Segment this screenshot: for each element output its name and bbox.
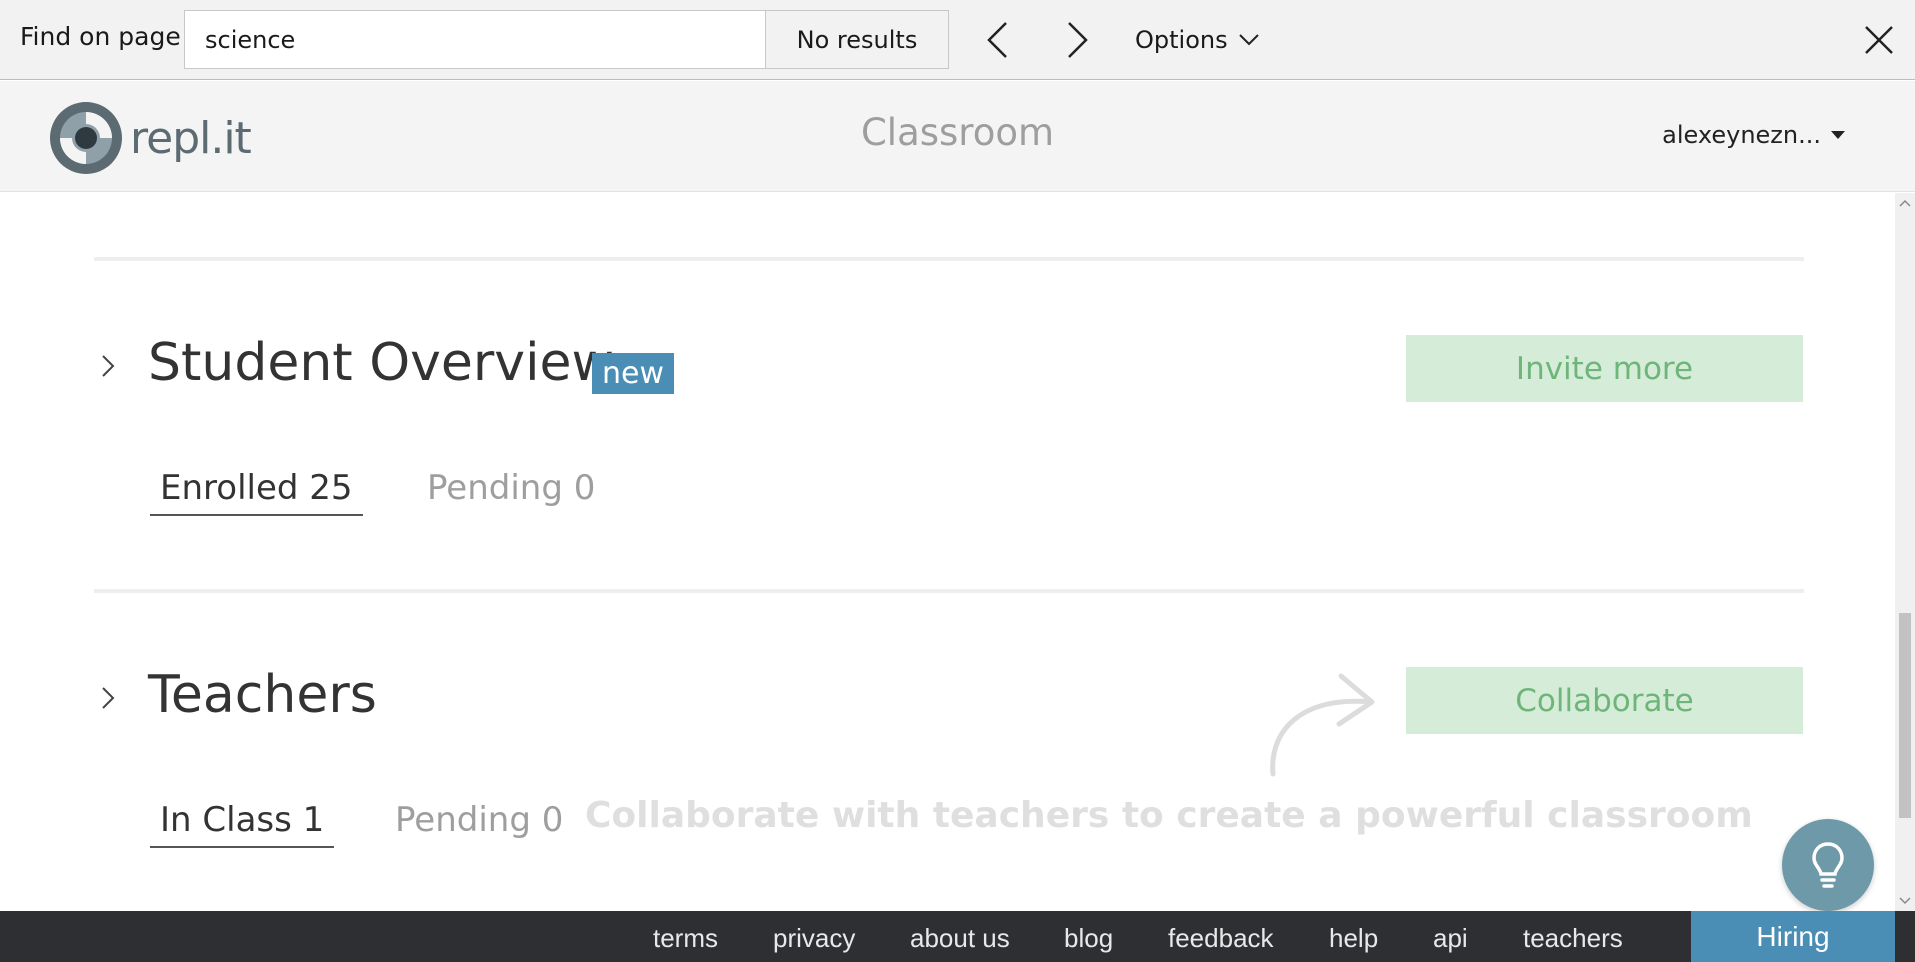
footer-link-api[interactable]: api [1433, 923, 1468, 954]
invite-more-button[interactable]: Invite more [1406, 335, 1803, 402]
expand-teachers-toggle[interactable] [93, 683, 123, 713]
chevron-down-icon [1238, 34, 1259, 46]
divider [94, 257, 1804, 261]
site-header: repl​.it Classroom alexeynezn... [0, 81, 1915, 192]
footer-link-terms[interactable]: terms [653, 923, 718, 954]
hiring-button[interactable]: Hiring [1691, 911, 1895, 962]
tab-in-class[interactable]: In Class 1 [150, 800, 335, 848]
chevron-right-icon [102, 687, 115, 709]
help-button[interactable] [1782, 819, 1874, 911]
scroll-up-icon[interactable] [1899, 199, 1911, 207]
footer-link-blog[interactable]: blog [1064, 923, 1113, 954]
tab-enrolled[interactable]: Enrolled 25 [150, 468, 363, 516]
find-previous-button[interactable] [973, 16, 1021, 64]
find-label: Find on page [20, 22, 181, 51]
page-title: Classroom [860, 111, 1055, 154]
scroll-down-icon[interactable] [1899, 897, 1911, 905]
footer-link-help[interactable]: help [1329, 923, 1378, 954]
footer-link-about[interactable]: about us [910, 923, 1010, 954]
find-results-count: No results [765, 10, 949, 69]
find-bar: Find on page No results Options [0, 0, 1915, 80]
new-badge: new [592, 353, 675, 394]
footer-link-teachers[interactable]: teachers [1523, 923, 1623, 954]
username: alexeynezn... [1662, 121, 1821, 149]
footer-link-privacy[interactable]: privacy [773, 923, 855, 954]
tab-pending-teachers[interactable]: Pending 0 [385, 800, 573, 846]
find-options-label: Options [1135, 26, 1228, 54]
footer-link-feedback[interactable]: feedback [1168, 923, 1274, 954]
tab-pending-students[interactable]: Pending 0 [417, 468, 605, 514]
teachers-title: Teachers [148, 665, 377, 725]
lightbulb-icon [1812, 842, 1844, 888]
main-content: Student Overview new Invite more Enrolle… [0, 193, 1895, 911]
find-close-button[interactable] [1855, 16, 1903, 64]
find-next-button[interactable] [1054, 16, 1102, 64]
find-options-button[interactable]: Options [1135, 20, 1260, 60]
divider [94, 589, 1804, 593]
chevron-right-icon [1068, 22, 1088, 58]
close-icon [1865, 26, 1893, 54]
collaborate-hint: Collaborate with teachers to create a po… [585, 795, 1753, 836]
user-menu[interactable]: alexeynezn... [1662, 121, 1845, 149]
footer: terms privacy about us blog feedback hel… [0, 911, 1915, 962]
collaborate-button[interactable]: Collaborate [1406, 667, 1803, 734]
student-overview-title: Student Overview [148, 333, 615, 393]
chevron-left-icon [987, 22, 1007, 58]
find-input[interactable] [184, 10, 766, 69]
scrollbar[interactable] [1895, 193, 1915, 911]
chevron-right-icon [102, 355, 115, 377]
curved-arrow-icon [1270, 673, 1375, 777]
scroll-thumb[interactable] [1899, 613, 1911, 818]
expand-students-toggle[interactable] [93, 351, 123, 381]
caret-down-icon [1831, 131, 1845, 139]
